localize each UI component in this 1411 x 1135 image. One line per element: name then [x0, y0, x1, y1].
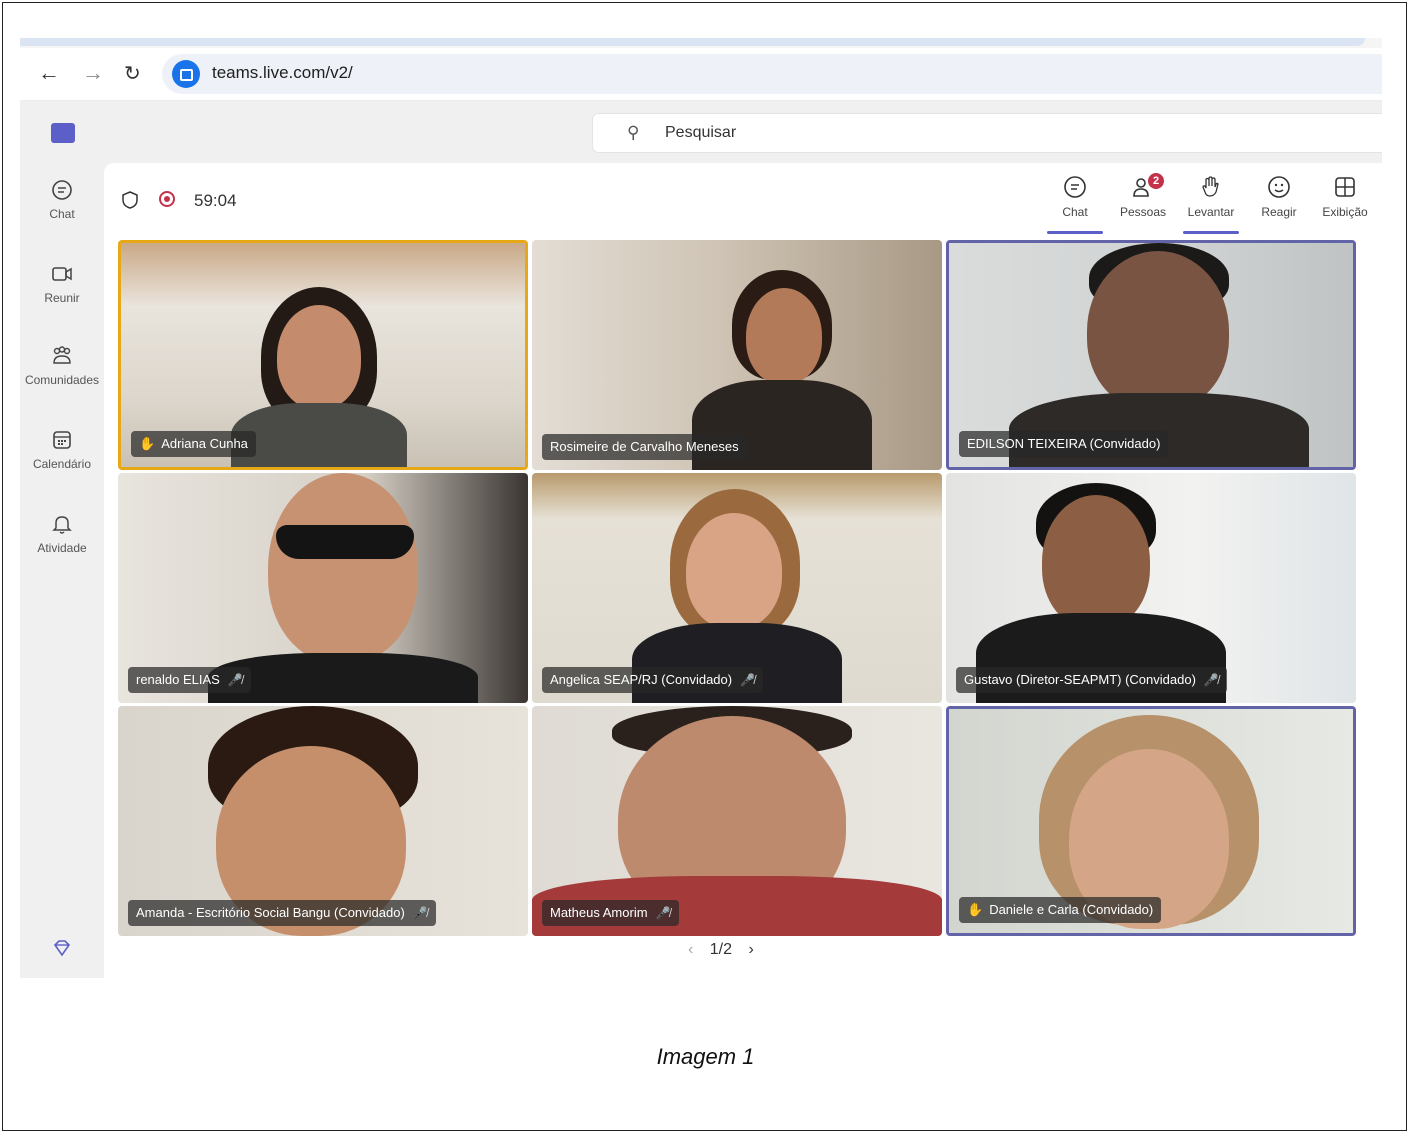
participant-face — [1087, 251, 1229, 411]
mic-off-icon: 🎤̸ — [740, 673, 756, 687]
search-icon: ⚲ — [627, 123, 640, 142]
participant-nameplate: Angelica SEAP/RJ (Convidado) 🎤̸ — [542, 667, 764, 693]
participant-face — [686, 513, 782, 629]
toolbar-raise-hand-button[interactable]: Levantar — [1180, 175, 1242, 234]
premium-diamond-icon[interactable] — [20, 937, 104, 959]
arrow-right-icon[interactable]: → — [82, 60, 104, 86]
mic-off-icon: 🎤̸ — [655, 906, 671, 920]
toolbar-chat-button[interactable]: Chat — [1044, 175, 1106, 234]
participant-body — [231, 403, 407, 467]
participant-name: Rosimeire de Carvalho Meneses — [550, 439, 739, 454]
chevron-left-icon[interactable]: ‹ — [688, 941, 693, 958]
meeting-timer: 59:04 — [194, 191, 237, 210]
rail-item-label: Comunidades — [24, 373, 100, 387]
participant-name: Daniele e Carla (Convidado) — [989, 902, 1154, 917]
video-tile[interactable]: Matheus Amorim 🎤̸ — [532, 706, 942, 936]
raised-hand-icon: ✋ — [967, 902, 984, 917]
reload-icon[interactable]: ↻ — [124, 61, 141, 86]
participant-nameplate: Amanda - Escritório Social Bangu (Convid… — [128, 900, 436, 926]
grid-view-icon — [1335, 177, 1355, 197]
screenshot: ← → ↻ teams.live.com/v2/ Chat Reunir Com… — [20, 38, 1382, 978]
toolbar-label: Exibição — [1322, 205, 1368, 219]
browser-toolbar: ← → ↻ teams.live.com/v2/ — [20, 48, 1382, 101]
participant-name: Gustavo (Diretor-SEAPMT) (Convidado) — [964, 672, 1196, 687]
participant-name: EDILSON TEIXEIRA (Convidado) — [967, 436, 1161, 451]
recording-icon — [159, 191, 175, 207]
teams-logo-icon — [51, 123, 75, 143]
participant-name: Adriana Cunha — [161, 436, 248, 451]
participant-nameplate: ✋ Daniele e Carla (Convidado) — [959, 897, 1162, 923]
participant-face — [746, 288, 822, 384]
rail-item-reunir[interactable]: Reunir — [20, 263, 104, 305]
people-count-badge: 2 — [1148, 173, 1164, 189]
teams-app: Chat Reunir Comunidades Calendário Ativi… — [20, 101, 1382, 978]
rail-item-calendario[interactable]: Calendário — [20, 429, 104, 471]
mic-off-icon: 🎤̸ — [412, 906, 428, 920]
participant-nameplate: Gustavo (Diretor-SEAPMT) (Convidado) 🎤̸ — [956, 667, 1227, 693]
rail-item-label: Calendário — [32, 457, 92, 471]
rail-item-label: Chat — [49, 207, 75, 221]
raised-hand-icon: ✋ — [139, 436, 156, 451]
toolbar-label: Reagir — [1261, 205, 1297, 219]
chevron-right-icon[interactable]: › — [748, 941, 753, 958]
toolbar-people-button[interactable]: 2 Pessoas — [1112, 173, 1174, 219]
video-tile[interactable]: ✋ Adriana Cunha — [118, 240, 528, 470]
video-tile[interactable]: ✋ Daniele e Carla (Convidado) — [946, 706, 1356, 936]
shield-icon[interactable] — [122, 191, 138, 209]
participant-name: renaldo ELIAS — [136, 672, 220, 687]
toolbar-label: Levantar — [1187, 205, 1235, 219]
diamond-icon — [53, 940, 71, 957]
url-text[interactable]: teams.live.com/v2/ — [212, 63, 353, 83]
teams-site-icon — [172, 60, 200, 88]
participant-nameplate: EDILSON TEIXEIRA (Convidado) — [959, 431, 1169, 457]
participant-nameplate: Matheus Amorim 🎤̸ — [542, 900, 679, 926]
browser-tab-strip — [20, 38, 1365, 46]
mic-off-icon: 🎤̸ — [227, 673, 243, 687]
rail-item-comunidades[interactable]: Comunidades — [20, 345, 104, 387]
video-tile[interactable]: renaldo ELIAS 🎤̸ — [118, 473, 528, 703]
video-tile[interactable]: Amanda - Escritório Social Bangu (Convid… — [118, 706, 528, 936]
chat-icon — [1064, 176, 1086, 198]
search-input[interactable]: ⚲ Pesquisar — [592, 113, 1382, 153]
figure-caption: Imagem 1 — [656, 1044, 755, 1069]
participant-nameplate: Rosimeire de Carvalho Meneses — [542, 434, 747, 460]
smiley-icon — [1268, 176, 1290, 198]
raise-hand-icon — [1202, 176, 1219, 197]
participant-face — [1042, 495, 1150, 629]
toolbar-label: Pessoas — [1119, 205, 1167, 219]
page-indicator: 1/2 — [709, 941, 733, 958]
video-tile[interactable]: EDILSON TEIXEIRA (Convidado) — [946, 240, 1356, 470]
toolbar-label: Chat — [1062, 205, 1088, 219]
meeting-panel: 59:04 Chat 2 Pessoas Levantar Reagir Exi… — [104, 163, 1382, 978]
participant-nameplate: ✋ Adriana Cunha — [131, 431, 256, 457]
participant-nameplate: renaldo ELIAS 🎤̸ — [128, 667, 251, 693]
rail-item-chat[interactable]: Chat — [20, 179, 104, 221]
rail-item-atividade[interactable]: Atividade — [20, 513, 104, 555]
participant-name: Amanda - Escritório Social Bangu (Convid… — [136, 905, 405, 920]
participant-name: Matheus Amorim — [550, 905, 648, 920]
participant-face — [268, 473, 418, 663]
video-tile[interactable]: Rosimeire de Carvalho Meneses — [532, 240, 942, 470]
toolbar-view-button[interactable]: Exibição — [1314, 175, 1376, 219]
search-placeholder: Pesquisar — [665, 124, 737, 141]
participant-name: Angelica SEAP/RJ (Convidado) — [550, 672, 733, 687]
sunglasses — [276, 525, 414, 559]
rail-item-label: Atividade — [37, 541, 87, 555]
participant-face — [277, 305, 361, 409]
app-rail: Chat Reunir Comunidades Calendário Ativi… — [20, 101, 104, 978]
video-tile[interactable]: Gustavo (Diretor-SEAPMT) (Convidado) 🎤̸ — [946, 473, 1356, 703]
arrow-left-icon[interactable]: ← — [38, 60, 60, 86]
video-tile[interactable]: Angelica SEAP/RJ (Convidado) 🎤̸ — [532, 473, 942, 703]
bell-icon — [52, 516, 72, 534]
rail-item-label: Reunir — [44, 291, 80, 305]
chat-icon — [52, 180, 72, 200]
toolbar-react-button[interactable]: Reagir — [1248, 175, 1310, 219]
video-icon — [52, 267, 72, 281]
mic-off-icon: 🎤̸ — [1203, 673, 1219, 687]
gallery-pager: ‹ 1/2 › — [682, 941, 760, 959]
communities-icon — [53, 346, 71, 364]
calendar-icon — [53, 431, 71, 449]
